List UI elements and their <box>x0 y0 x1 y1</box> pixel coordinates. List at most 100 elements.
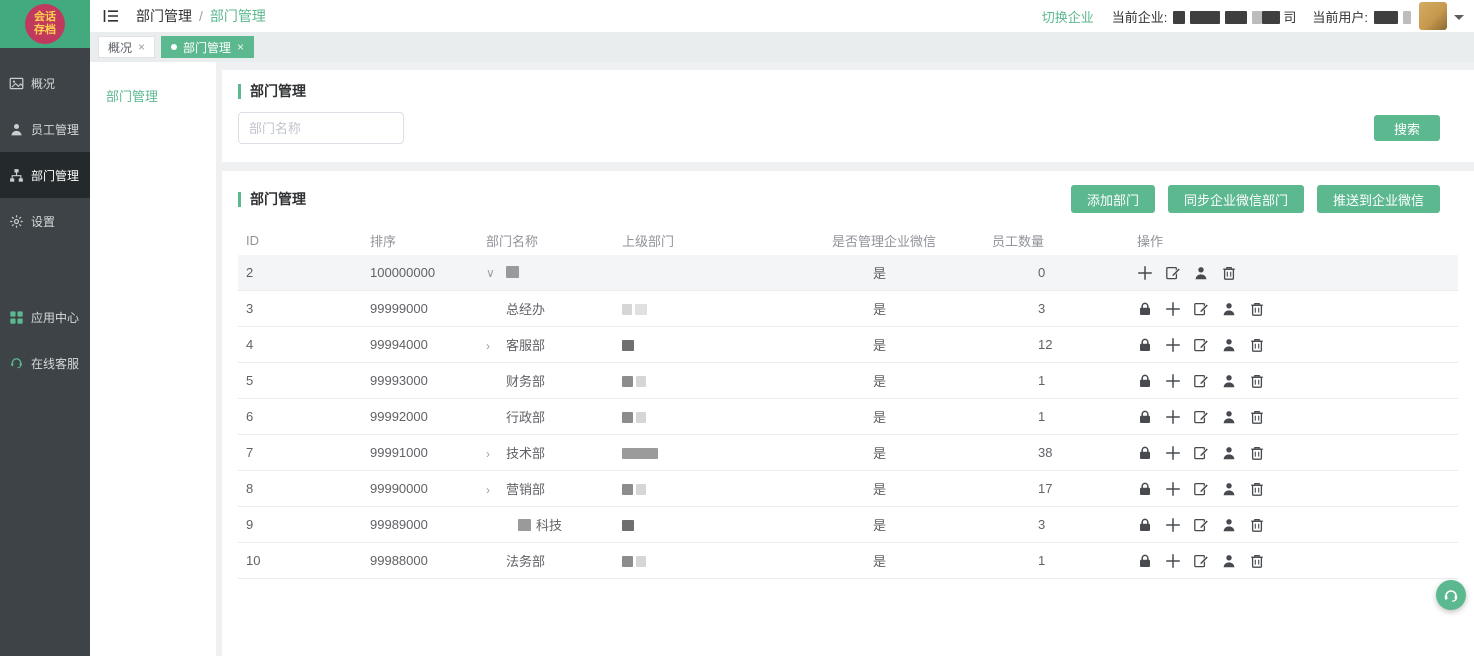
members-icon[interactable] <box>1221 553 1237 569</box>
search-button[interactable]: 搜索 <box>1374 115 1440 141</box>
sidebar-item-apps[interactable]: 应用中心 <box>0 294 90 340</box>
members-icon[interactable] <box>1221 373 1237 389</box>
column-header: ID <box>238 233 362 248</box>
delete-icon[interactable] <box>1249 553 1265 569</box>
members-icon[interactable] <box>1221 337 1237 353</box>
edit-icon[interactable] <box>1193 373 1209 389</box>
action-button[interactable]: 同步企业微信部门 <box>1168 185 1304 213</box>
lock-icon[interactable] <box>1137 337 1153 353</box>
action-button[interactable]: 添加部门 <box>1071 185 1155 213</box>
online-support-button[interactable] <box>1436 580 1466 610</box>
department-name-input[interactable] <box>238 112 404 144</box>
edit-icon[interactable] <box>1193 301 1209 317</box>
add-sub-department-icon[interactable] <box>1165 517 1181 533</box>
lock-icon[interactable] <box>1137 409 1153 425</box>
tab-label: 部门管理 <box>183 39 231 56</box>
add-sub-department-icon[interactable] <box>1165 445 1181 461</box>
tab-active[interactable]: 部门管理 × <box>161 36 254 58</box>
add-sub-department-icon[interactable] <box>1165 553 1181 569</box>
edit-icon[interactable] <box>1193 553 1209 569</box>
table-row[interactable]: 5 99993000 财务部 是 1 <box>238 363 1458 399</box>
lock-icon[interactable] <box>1137 481 1153 497</box>
cell-wechat-managed: 是 <box>824 551 984 570</box>
sidebar-item-label: 在线客服 <box>31 355 79 372</box>
edit-icon[interactable] <box>1193 409 1209 425</box>
sidebar-item-overview[interactable]: 概况 <box>0 60 90 106</box>
table-row[interactable]: 4 99994000 ›客服部 是 12 <box>238 327 1458 363</box>
add-sub-department-icon[interactable] <box>1165 373 1181 389</box>
edit-icon[interactable] <box>1165 265 1181 281</box>
members-icon[interactable] <box>1221 409 1237 425</box>
expand-toggle-icon[interactable]: › <box>486 483 506 497</box>
members-icon[interactable] <box>1221 445 1237 461</box>
members-icon[interactable] <box>1193 265 1209 281</box>
edit-icon[interactable] <box>1193 517 1209 533</box>
cell-wechat-managed: 是 <box>824 479 984 498</box>
add-sub-department-icon[interactable] <box>1165 337 1181 353</box>
sidebar-item-employees[interactable]: 员工管理 <box>0 106 90 152</box>
main-content: 部门管理 搜索 部门管理 添加部门同步企业微信部门推送到企业微信 ID排序部门名… <box>222 62 1474 656</box>
breadcrumb-root[interactable]: 部门管理 <box>136 8 192 24</box>
tab[interactable]: 概况 × <box>98 36 155 58</box>
user-avatar[interactable] <box>1419 2 1447 30</box>
app-logo: 会话 存档 <box>0 0 90 48</box>
lock-icon[interactable] <box>1137 301 1153 317</box>
user-menu-caret-icon[interactable] <box>1454 15 1464 25</box>
sidebar-item-departments[interactable]: 部门管理 <box>0 152 90 198</box>
table-row[interactable]: 2 100000000 ∨ 是 0 <box>238 255 1458 291</box>
members-icon[interactable] <box>1221 481 1237 497</box>
lock-icon[interactable] <box>1137 445 1153 461</box>
cell-id: 6 <box>238 409 362 424</box>
cell-operations <box>1129 301 1458 317</box>
members-icon[interactable] <box>1221 301 1237 317</box>
headset-icon <box>1442 586 1460 604</box>
edit-icon[interactable] <box>1193 445 1209 461</box>
switch-company-link[interactable]: 切换企业 <box>1042 7 1094 26</box>
sidebar-item-label: 员工管理 <box>31 121 79 138</box>
add-sub-department-icon[interactable] <box>1137 265 1153 281</box>
table-row[interactable]: 7 99991000 ›技术部 是 38 <box>238 435 1458 471</box>
column-header: 操作 <box>1129 231 1458 250</box>
logo-line1: 会话 <box>34 11 56 24</box>
expand-toggle-icon[interactable]: › <box>486 339 506 353</box>
table-row[interactable]: 3 99999000 总经办 是 3 <box>238 291 1458 327</box>
delete-icon[interactable] <box>1249 481 1265 497</box>
tab-label: 概况 <box>108 39 132 56</box>
table-row[interactable]: 6 99992000 行政部 是 1 <box>238 399 1458 435</box>
tab-close-icon[interactable]: × <box>138 41 145 53</box>
lock-icon[interactable] <box>1137 373 1153 389</box>
cell-id: 7 <box>238 445 362 460</box>
tab-close-icon[interactable]: × <box>237 41 244 53</box>
delete-icon[interactable] <box>1249 373 1265 389</box>
lock-icon[interactable] <box>1137 517 1153 533</box>
expand-toggle-icon[interactable]: ∨ <box>486 266 506 280</box>
delete-icon[interactable] <box>1249 337 1265 353</box>
table-row[interactable]: 8 99990000 ›营销部 是 17 <box>238 471 1458 507</box>
add-sub-department-icon[interactable] <box>1165 301 1181 317</box>
cell-parent-department <box>614 409 824 424</box>
lock-icon[interactable] <box>1137 553 1153 569</box>
delete-icon[interactable] <box>1249 445 1265 461</box>
table-row[interactable]: 9 99989000 科技 是 3 <box>238 507 1458 543</box>
add-sub-department-icon[interactable] <box>1165 481 1181 497</box>
sidebar-item-support[interactable]: 在线客服 <box>0 340 90 386</box>
edit-icon[interactable] <box>1193 481 1209 497</box>
table-row[interactable]: 10 99988000 法务部 是 1 <box>238 543 1458 579</box>
cell-parent-department <box>614 553 824 568</box>
cell-wechat-managed: 是 <box>824 515 984 534</box>
delete-icon[interactable] <box>1249 517 1265 533</box>
subsidebar-item[interactable]: 部门管理 <box>90 82 216 109</box>
sidebar-item-settings[interactable]: 设置 <box>0 198 90 244</box>
edit-icon[interactable] <box>1193 337 1209 353</box>
add-sub-department-icon[interactable] <box>1165 409 1181 425</box>
topbar: 部门管理/部门管理 切换企业 当前企业: 司 当前用户: <box>90 0 1474 32</box>
expand-toggle-icon[interactable]: › <box>486 447 506 461</box>
action-button[interactable]: 推送到企业微信 <box>1317 185 1440 213</box>
cell-employee-count: 12 <box>984 337 1129 352</box>
collapse-menu-icon[interactable] <box>102 7 120 25</box>
delete-icon[interactable] <box>1249 301 1265 317</box>
delete-icon[interactable] <box>1249 409 1265 425</box>
members-icon[interactable] <box>1221 517 1237 533</box>
department-name: 法务部 <box>506 554 545 569</box>
delete-icon[interactable] <box>1221 265 1237 281</box>
